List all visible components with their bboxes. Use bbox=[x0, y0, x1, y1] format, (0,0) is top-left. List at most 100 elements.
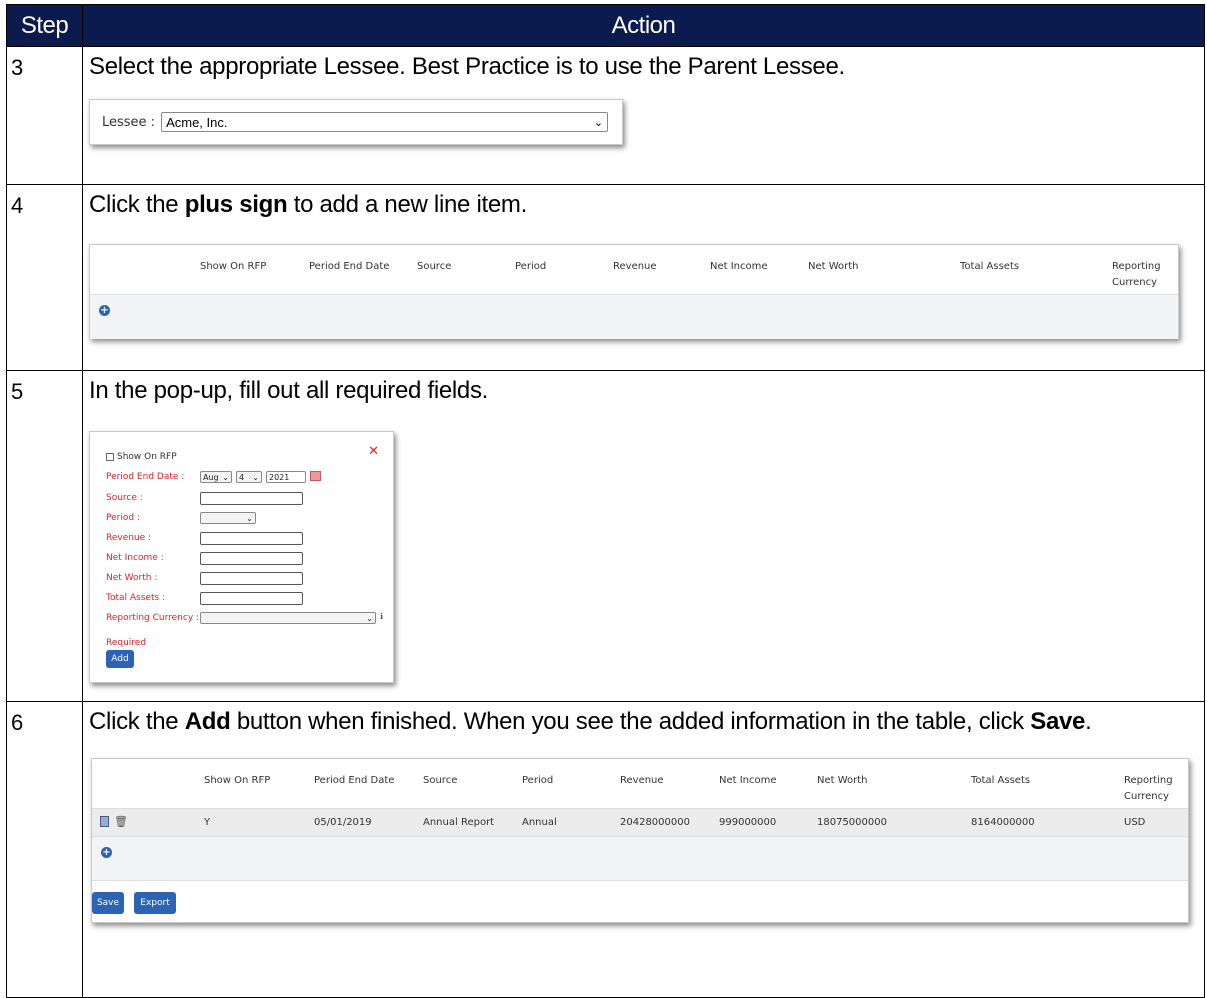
revenue-input[interactable] bbox=[200, 532, 303, 545]
header-row: Step Action bbox=[6, 4, 1205, 47]
day-select[interactable]: 4 ⌄ bbox=[236, 471, 262, 483]
col-net-worth: Net Worth bbox=[817, 775, 868, 786]
col-revenue: Revenue bbox=[613, 261, 657, 272]
col-period-end-date: Period End Date bbox=[314, 775, 395, 786]
period-end-date-label: Period End Date : bbox=[106, 472, 185, 482]
year-input[interactable]: 2021 bbox=[266, 471, 306, 483]
col-source: Source bbox=[423, 775, 458, 786]
step-instruction: In the pop-up, fill out all required fie… bbox=[89, 377, 489, 404]
edit-icon[interactable] bbox=[100, 816, 109, 827]
col-period-end-date: Period End Date bbox=[309, 261, 390, 272]
show-rfp-label: Show On RFP bbox=[117, 452, 177, 462]
cell-source: Annual Report bbox=[423, 817, 495, 828]
instr-text: to add a new line item. bbox=[287, 191, 528, 218]
month-value: Aug bbox=[203, 472, 219, 482]
year-value: 2021 bbox=[269, 472, 290, 482]
filled-grid-screenshot: Show On RFP Period End Date Source Perio… bbox=[91, 758, 1189, 923]
step-number: 3 bbox=[6, 46, 83, 185]
instr-text: Click the bbox=[89, 708, 185, 735]
chevron-down-icon: ⌄ bbox=[246, 513, 253, 523]
col-show-rfp: Show On RFP bbox=[200, 261, 267, 272]
month-select[interactable]: Aug ⌄ bbox=[200, 471, 232, 483]
step-action: Select the appropriate Lessee. Best Prac… bbox=[82, 46, 1205, 185]
total-assets-label: Total Assets : bbox=[106, 593, 166, 603]
lessee-label: Lessee : bbox=[102, 114, 156, 130]
step-instruction: Click the Add button when finished. When… bbox=[89, 706, 1198, 738]
step-row-5: 5 In the pop-up, fill out all required f… bbox=[6, 370, 1205, 702]
chevron-down-icon: ⌄ bbox=[252, 472, 259, 482]
save-button[interactable]: Save bbox=[92, 892, 124, 914]
lessee-screenshot: Lessee : Acme, Inc. ⌄ bbox=[89, 99, 623, 145]
plus-icon[interactable]: + bbox=[101, 847, 112, 858]
button-bar: Save Export bbox=[92, 881, 1188, 921]
step-action: Click the Add button when finished. When… bbox=[82, 701, 1205, 998]
lessee-value: Acme, Inc. bbox=[166, 114, 228, 130]
source-input[interactable] bbox=[200, 492, 303, 505]
cell-period-end-date: 05/01/2019 bbox=[314, 817, 372, 828]
col-reporting-currency: Reporting Currency bbox=[1124, 775, 1173, 802]
col-period: Period bbox=[515, 261, 547, 272]
show-rfp-row: Show On RFP bbox=[106, 452, 177, 462]
cell-period: Annual bbox=[522, 817, 557, 828]
instruction-table: Step Action 3 Select the appropriate Les… bbox=[6, 4, 1205, 998]
currency-select[interactable]: ⌄ bbox=[200, 612, 376, 624]
step-header: Step bbox=[6, 4, 83, 47]
step-action: Click the plus sign to add a new line it… bbox=[82, 184, 1205, 371]
col-total-assets: Total Assets bbox=[960, 261, 1020, 272]
step-row-4: 4 Click the plus sign to add a new line … bbox=[6, 184, 1205, 371]
show-rfp-checkbox[interactable] bbox=[106, 453, 114, 461]
col-period: Period bbox=[522, 775, 554, 786]
net-income-label: Net Income : bbox=[106, 553, 164, 563]
day-value: 4 bbox=[239, 472, 245, 482]
export-button[interactable]: Export bbox=[134, 892, 176, 914]
add-financial-popup: ✕ Show On RFP Period End Date : Aug ⌄ 4 ⌄ … bbox=[89, 431, 394, 683]
cell-show-rfp: Y bbox=[204, 817, 211, 828]
plus-icon[interactable]: + bbox=[99, 305, 110, 316]
net-income-input[interactable] bbox=[200, 552, 303, 565]
step-row-6: 6 Click the Add button when finished. Wh… bbox=[6, 701, 1205, 998]
net-worth-input[interactable] bbox=[200, 572, 303, 585]
reporting-currency-label: Reporting Currency : bbox=[106, 613, 200, 623]
lessee-select[interactable]: Acme, Inc. ⌄ bbox=[161, 112, 609, 132]
col-net-income: Net Income bbox=[710, 261, 768, 272]
col-reporting-currency: Reporting Currency bbox=[1112, 261, 1161, 288]
cell-currency: USD bbox=[1124, 817, 1146, 828]
col-total-assets: Total Assets bbox=[971, 775, 1031, 786]
grid-header: Show On RFP Period End Date Source Perio… bbox=[90, 245, 1178, 295]
calendar-icon[interactable] bbox=[310, 471, 321, 481]
grid-body: + bbox=[92, 837, 1188, 881]
trash-icon[interactable]: 🗑 bbox=[114, 815, 128, 828]
step-instruction: Select the appropriate Lessee. Best Prac… bbox=[89, 53, 845, 80]
col-source: Source bbox=[417, 261, 452, 272]
grid-header: Show On RFP Period End Date Source Perio… bbox=[92, 759, 1188, 809]
instr-bold: plus sign bbox=[184, 191, 288, 218]
add-button[interactable]: Add bbox=[106, 650, 134, 668]
grid-body: + bbox=[90, 295, 1178, 339]
empty-grid-screenshot: Show On RFP Period End Date Source Perio… bbox=[89, 244, 1179, 339]
required-note: Required bbox=[106, 638, 147, 648]
chevron-down-icon: ⌄ bbox=[366, 613, 373, 623]
col-net-income: Net Income bbox=[719, 775, 777, 786]
cell-net-income: 999000000 bbox=[719, 817, 777, 828]
info-icon[interactable]: ℹ bbox=[380, 612, 383, 621]
instr-text: button when finished. When you see the a… bbox=[230, 708, 1031, 735]
step-row-3: 3 Select the appropriate Lessee. Best Pr… bbox=[6, 46, 1205, 185]
net-worth-label: Net Worth : bbox=[106, 573, 158, 583]
total-assets-input[interactable] bbox=[200, 592, 303, 605]
period-select[interactable]: ⌄ bbox=[200, 512, 256, 524]
period-label: Period : bbox=[106, 513, 140, 523]
col-net-worth: Net Worth bbox=[808, 261, 859, 272]
instr-bold: Save bbox=[1030, 708, 1086, 735]
instr-bold: Add bbox=[184, 708, 231, 735]
cell-revenue: 20428000000 bbox=[620, 817, 690, 828]
close-icon[interactable]: ✕ bbox=[368, 444, 379, 459]
table-row: 🗑 Y 05/01/2019 Annual Report Annual 2042… bbox=[92, 809, 1188, 837]
source-label: Source : bbox=[106, 493, 143, 503]
chevron-down-icon: ⌄ bbox=[593, 116, 604, 129]
revenue-label: Revenue : bbox=[106, 533, 152, 543]
chevron-down-icon: ⌄ bbox=[222, 472, 229, 482]
cell-total-assets: 8164000000 bbox=[971, 817, 1035, 828]
step-number: 6 bbox=[6, 701, 83, 998]
step-instruction: Click the plus sign to add a new line it… bbox=[89, 189, 1198, 221]
instr-text: . bbox=[1085, 708, 1092, 735]
